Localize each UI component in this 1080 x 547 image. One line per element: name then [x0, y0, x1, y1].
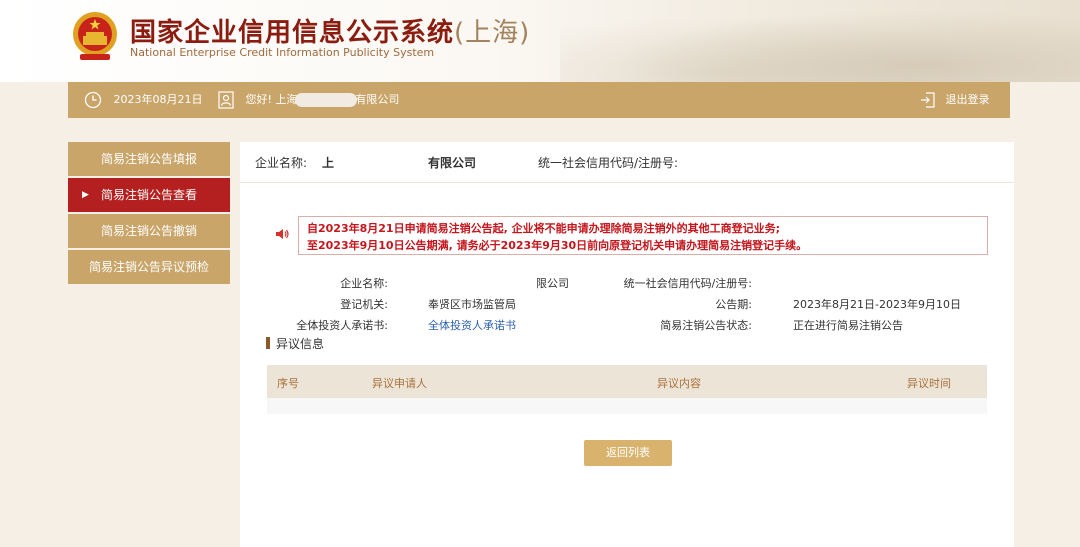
section-marker-icon	[266, 337, 270, 349]
sidebar-item-fill-announcement[interactable]: 简易注销公告填报	[68, 142, 230, 176]
sidebar-item-revoke-announcement[interactable]: 简易注销公告撤销	[68, 214, 230, 248]
column-header: 序号	[277, 377, 299, 390]
top-bar: 2023年08月21日 您好! 上海 有限公司 退出登录	[68, 82, 1010, 118]
user-icon	[218, 91, 234, 109]
detail-period-label: 公告期:	[715, 298, 752, 311]
sidebar-item-label: 简易注销公告撤销	[100, 224, 197, 238]
logout-icon	[921, 92, 935, 108]
company-name-suffix: 有限公司	[428, 156, 477, 170]
column-header: 异议时间	[907, 377, 951, 390]
sidebar-item-label: 简易注销公告填报	[100, 152, 197, 166]
column-header: 异议内容	[657, 377, 701, 390]
company-name-label: 企业名称:	[255, 156, 308, 170]
detail-status-value: 正在进行简易注销公告	[793, 319, 903, 332]
triangle-right-icon: ▶	[82, 190, 89, 200]
column-header: 异议申请人	[372, 377, 427, 390]
company-name-prefix: 上	[322, 156, 335, 170]
deregistration-notice: 自2023年8月21日申请简易注销公告起, 企业将不能申请办理除简易注销外的其他…	[298, 216, 988, 255]
sidebar-item-label: 简易注销公告查看	[100, 188, 197, 202]
detail-authority-value: 奉贤区市场监管局	[428, 298, 516, 311]
sidebar-item-objection-precheck[interactable]: 简易注销公告异议预检	[68, 250, 230, 284]
national-emblem-icon	[70, 10, 120, 65]
greeting-suffix: 有限公司	[355, 93, 400, 106]
objection-table-header: 序号 异议申请人 异议内容 异议时间	[267, 365, 987, 398]
greeting-prefix: 您好! 上海	[245, 93, 298, 106]
main-panel: 企业名称: 上 有限公司 统一社会信用代码/注册号: 自2023年8月21日申请…	[240, 142, 1014, 547]
header-mountain-decoration	[560, 0, 1080, 82]
commitment-link[interactable]: 全体投资人承诺书	[428, 317, 516, 333]
notice-line-2: 至2023年9月10日公告期满, 请务必于2023年9月30日前向原登记机关申请…	[307, 239, 808, 252]
detail-authority-label: 登记机关:	[340, 298, 388, 311]
redacted-mask	[295, 93, 358, 107]
credit-code-label: 统一社会信用代码/注册号:	[538, 156, 679, 170]
user-greeting: 您好! 上海 有限公司	[218, 82, 399, 118]
objection-section-title: 异议信息	[266, 335, 324, 352]
detail-period-value: 2023年8月21日-2023年9月10日	[793, 298, 961, 311]
logout-label: 退出登录	[945, 93, 990, 106]
sidebar-item-view-announcement[interactable]: ▶ 简易注销公告查看	[68, 178, 230, 212]
notice-line-1: 自2023年8月21日申请简易注销公告起, 企业将不能申请办理除简易注销外的其他…	[307, 222, 780, 235]
clock-icon	[84, 91, 102, 109]
site-header: 国家企业信用信息公示系统(上海) National Enterprise Cre…	[0, 0, 1080, 82]
sidebar-item-label: 简易注销公告异议预检	[88, 260, 209, 274]
date-display: 2023年08月21日	[84, 82, 203, 118]
site-title: 国家企业信用信息公示系统(上海)	[130, 18, 531, 48]
sidebar: 简易注销公告填报 ▶ 简易注销公告查看 简易注销公告撤销 简易注销公告异议预检	[68, 142, 230, 286]
site-subtitle: National Enterprise Credit Information P…	[130, 46, 435, 59]
detail-name-label: 企业名称:	[340, 277, 388, 290]
detail-name-value: 限公司	[536, 277, 569, 290]
back-to-list-button[interactable]: 返回列表	[584, 440, 672, 466]
logout-button[interactable]: 退出登录	[920, 82, 990, 118]
company-info-bar: 企业名称: 上 有限公司 统一社会信用代码/注册号:	[240, 142, 1014, 183]
objection-table-empty-row	[267, 398, 987, 414]
detail-code-label: 统一社会信用代码/注册号:	[623, 277, 752, 290]
current-date: 2023年08月21日	[113, 93, 203, 106]
detail-status-label: 简易注销公告状态:	[660, 319, 752, 332]
speaker-icon	[276, 228, 290, 243]
detail-commitment-label: 全体投资人承诺书:	[296, 319, 388, 332]
